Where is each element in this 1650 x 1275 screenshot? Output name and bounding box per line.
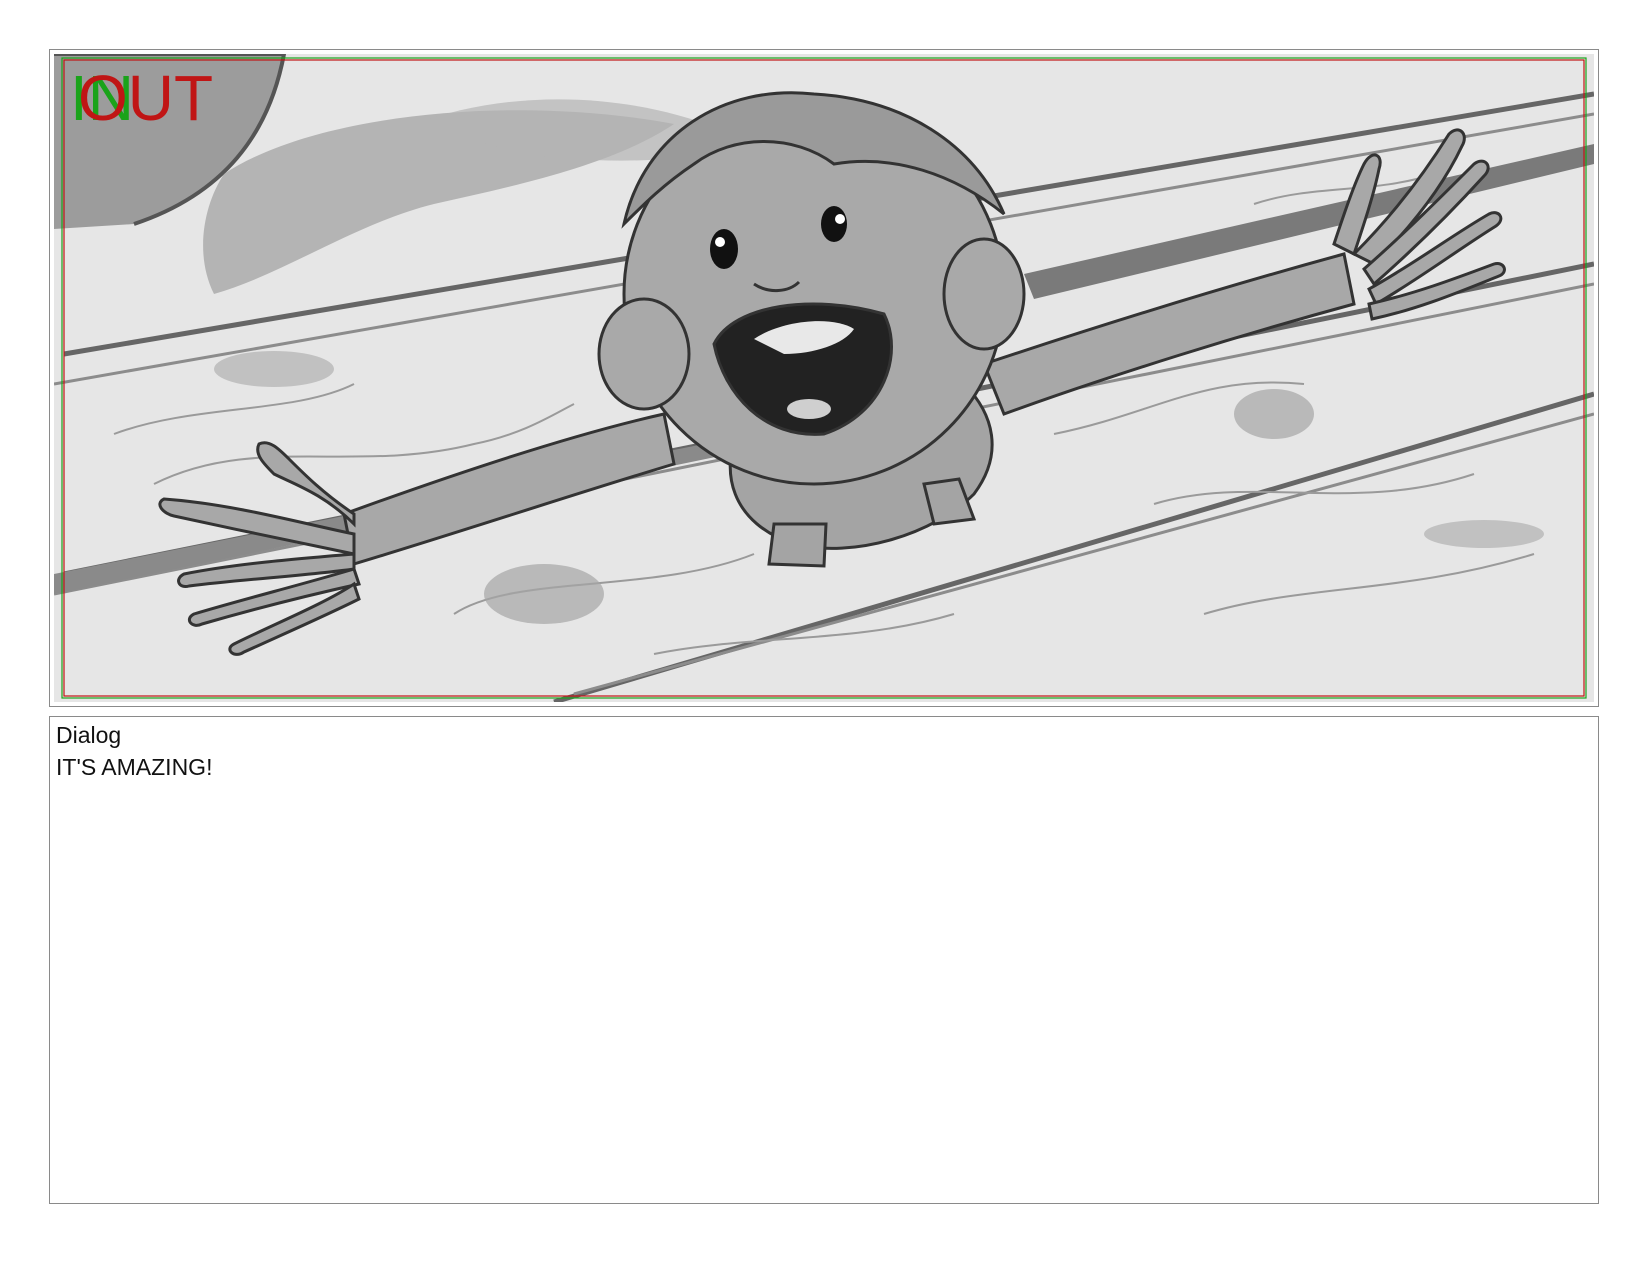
dialog-text: IT'S AMAZING! (56, 754, 213, 780)
storyboard-sketch: IN OUT (54, 54, 1594, 702)
storyboard-panel: IN OUT (49, 49, 1599, 707)
dialog-box: Dialog IT'S AMAZING! (49, 716, 1599, 1204)
out-marker: OUT (78, 62, 213, 134)
dialog-label: Dialog (56, 722, 122, 748)
